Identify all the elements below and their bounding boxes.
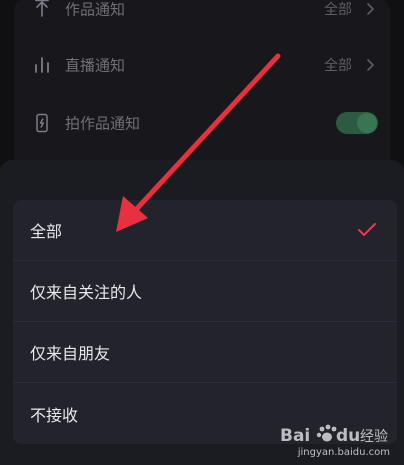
checkmark-icon bbox=[357, 222, 377, 238]
option-label: 仅来自朋友 bbox=[30, 344, 111, 363]
svg-text:经验: 经验 bbox=[360, 429, 388, 445]
settings-row-live-notify[interactable]: 直播通知 全部 bbox=[14, 36, 390, 94]
option-label: 仅来自关注的人 bbox=[30, 283, 143, 302]
notify-options-list: 全部 仅来自关注的人 仅来自朋友 不接收 bbox=[13, 200, 397, 444]
option-label: 全部 bbox=[30, 222, 63, 241]
phone-camera-icon bbox=[32, 113, 52, 133]
settings-row-value: 全部 bbox=[324, 2, 352, 18]
option-friends-only[interactable]: 仅来自朋友 bbox=[13, 322, 397, 383]
watermark-url: jingyan.baidu.com bbox=[297, 447, 390, 458]
settings-row-label: 作品通知 bbox=[65, 0, 126, 19]
toggle-knob bbox=[357, 113, 377, 133]
baidu-jingyan-watermark-logo: Bai du 经验 jingyan.baidu.com bbox=[278, 419, 396, 461]
svg-text:du: du bbox=[336, 426, 360, 446]
settings-row-label: 拍作品通知 bbox=[65, 114, 141, 133]
upload-arrow-icon bbox=[32, 0, 52, 19]
settings-row-works-notify[interactable]: 作品通知 全部 bbox=[14, 0, 390, 38]
option-all[interactable]: 全部 bbox=[13, 200, 397, 261]
option-label: 不接收 bbox=[30, 405, 79, 425]
settings-row-label: 直播通知 bbox=[65, 56, 126, 75]
live-bars-icon bbox=[32, 55, 52, 75]
chevron-right-icon bbox=[364, 2, 376, 16]
svg-text:Bai: Bai bbox=[280, 426, 310, 446]
settings-row-shoot-notify: 拍作品通知 bbox=[14, 94, 390, 152]
settings-row-value: 全部 bbox=[324, 58, 352, 74]
shoot-notify-toggle[interactable] bbox=[336, 112, 378, 134]
chevron-right-icon bbox=[364, 58, 376, 72]
notification-settings-card: 作品通知 全部 直播通知 全部 拍作品通知 bbox=[14, 0, 390, 168]
option-followed-only[interactable]: 仅来自关注的人 bbox=[13, 261, 397, 322]
